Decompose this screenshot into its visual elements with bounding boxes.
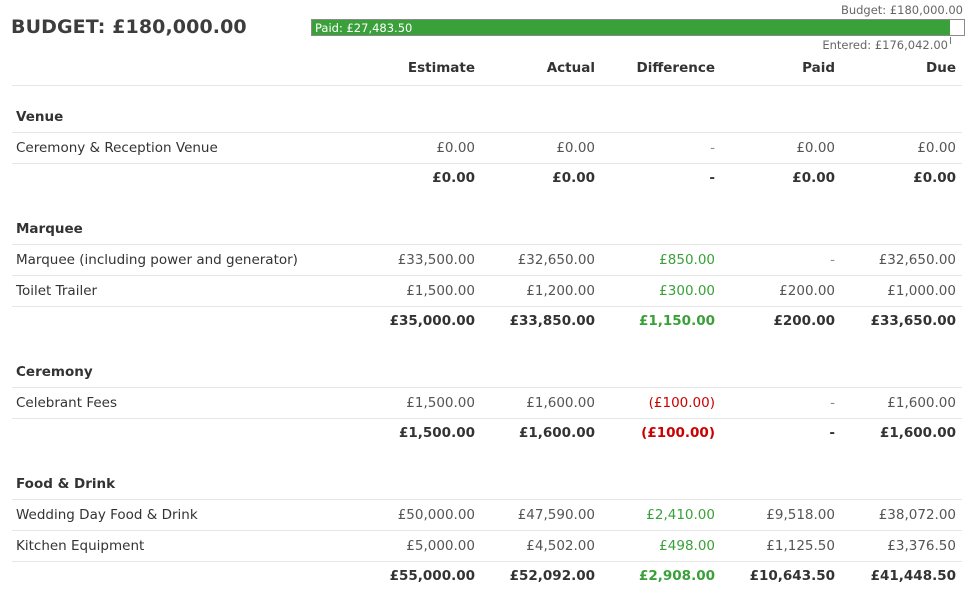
line-item-name[interactable]: Wedding Day Food & Drink — [16, 507, 198, 523]
section-total-paid: - — [829, 425, 835, 441]
column-header-estimate: Estimate — [407, 60, 475, 76]
column-header-paid: Paid — [802, 60, 835, 76]
section-total-paid: £0.00 — [792, 170, 835, 186]
section-total-due: £0.00 — [913, 170, 956, 186]
section-total-actual: £52,092.00 — [509, 568, 595, 584]
line-item-estimate: £1,500.00 — [406, 395, 475, 411]
line-item-due: £32,650.00 — [878, 252, 956, 268]
section-total-estimate: £55,000.00 — [389, 568, 475, 584]
line-item-estimate: £50,000.00 — [397, 507, 475, 523]
section-total-difference: - — [709, 170, 715, 186]
line-item-name[interactable]: Ceremony & Reception Venue — [16, 140, 218, 156]
row-divider — [12, 163, 962, 164]
section-total-actual: £1,600.00 — [518, 425, 595, 441]
line-item-actual: £47,590.00 — [517, 507, 595, 523]
bar-entered-label: Entered: £176,042.00 — [822, 38, 948, 52]
section-total-paid: £200.00 — [773, 313, 836, 329]
header-divider — [12, 85, 962, 86]
row-divider — [12, 499, 962, 500]
section-ceremony-title: Ceremony — [16, 364, 93, 380]
line-item-name[interactable]: Celebrant Fees — [16, 395, 117, 411]
row-divider — [12, 275, 962, 276]
section-total-due: £33,650.00 — [870, 313, 956, 329]
budget-marker — [950, 37, 951, 44]
line-item-difference: £850.00 — [659, 252, 715, 268]
line-item-estimate: £0.00 — [436, 140, 475, 156]
line-item-paid: - — [830, 395, 835, 411]
section-food-drink-title: Food & Drink — [16, 476, 116, 492]
section-total-difference: (£100.00) — [641, 425, 715, 441]
line-item-paid: £1,125.50 — [766, 538, 835, 554]
budget-title-label: BUDGET: — [11, 16, 106, 38]
section-total-paid: £10,643.50 — [749, 568, 835, 584]
bar-budget-label: Budget: £180,000.00 — [840, 3, 963, 17]
line-item-due: £38,072.00 — [878, 507, 956, 523]
section-total-estimate: £35,000.00 — [389, 313, 475, 329]
line-item-paid: £9,518.00 — [766, 507, 835, 523]
line-item-due: £0.00 — [917, 140, 956, 156]
line-item-actual: £1,600.00 — [526, 395, 595, 411]
row-divider — [12, 132, 962, 133]
line-item-estimate: £1,500.00 — [406, 283, 475, 299]
section-total-difference: £2,908.00 — [638, 568, 715, 584]
section-marquee-title: Marquee — [16, 221, 83, 237]
line-item-name[interactable]: Toilet Trailer — [16, 283, 97, 299]
row-divider — [12, 561, 962, 562]
line-item-estimate: £5,000.00 — [406, 538, 475, 554]
row-divider — [12, 244, 962, 245]
budget-amount: £180,000.00 — [112, 16, 247, 38]
row-divider — [12, 306, 962, 307]
line-item-due: £1,600.00 — [887, 395, 956, 411]
line-item-difference: £2,410.00 — [646, 507, 715, 523]
column-header-due: Due — [926, 60, 956, 76]
line-item-difference: (£100.00) — [648, 395, 715, 411]
line-item-actual: £0.00 — [556, 140, 595, 156]
bar-paid-label: Paid: £27,483.50 — [315, 21, 413, 35]
line-item-actual: £4,502.00 — [526, 538, 595, 554]
section-total-due: £41,448.50 — [870, 568, 956, 584]
section-total-actual: £0.00 — [552, 170, 595, 186]
line-item-paid: £0.00 — [796, 140, 835, 156]
section-total-estimate: £0.00 — [432, 170, 475, 186]
line-item-difference: - — [710, 140, 715, 156]
line-item-paid: - — [830, 252, 835, 268]
line-item-actual: £32,650.00 — [517, 252, 595, 268]
line-item-name[interactable]: Kitchen Equipment — [16, 538, 144, 554]
line-item-difference: £300.00 — [659, 283, 715, 299]
section-venue-title: Venue — [16, 109, 64, 125]
row-divider — [12, 387, 962, 388]
column-header-difference: Difference — [636, 60, 715, 76]
line-item-actual: £1,200.00 — [526, 283, 595, 299]
budget-progress-bar: Paid: £27,483.50 — [311, 19, 965, 36]
line-item-difference: £498.00 — [659, 538, 715, 554]
section-total-estimate: £1,500.00 — [398, 425, 475, 441]
section-total-due: £1,600.00 — [879, 425, 956, 441]
column-header-actual: Actual — [546, 60, 595, 76]
line-item-paid: £200.00 — [779, 283, 835, 299]
section-total-actual: £33,850.00 — [509, 313, 595, 329]
budget-title: BUDGET: £180,000.00 — [11, 16, 247, 38]
line-item-due: £1,000.00 — [887, 283, 956, 299]
row-divider — [12, 418, 962, 419]
row-divider — [12, 530, 962, 531]
line-item-estimate: £33,500.00 — [397, 252, 475, 268]
section-total-difference: £1,150.00 — [638, 313, 715, 329]
line-item-due: £3,376.50 — [887, 538, 956, 554]
line-item-name[interactable]: Marquee (including power and generator) — [16, 252, 298, 268]
